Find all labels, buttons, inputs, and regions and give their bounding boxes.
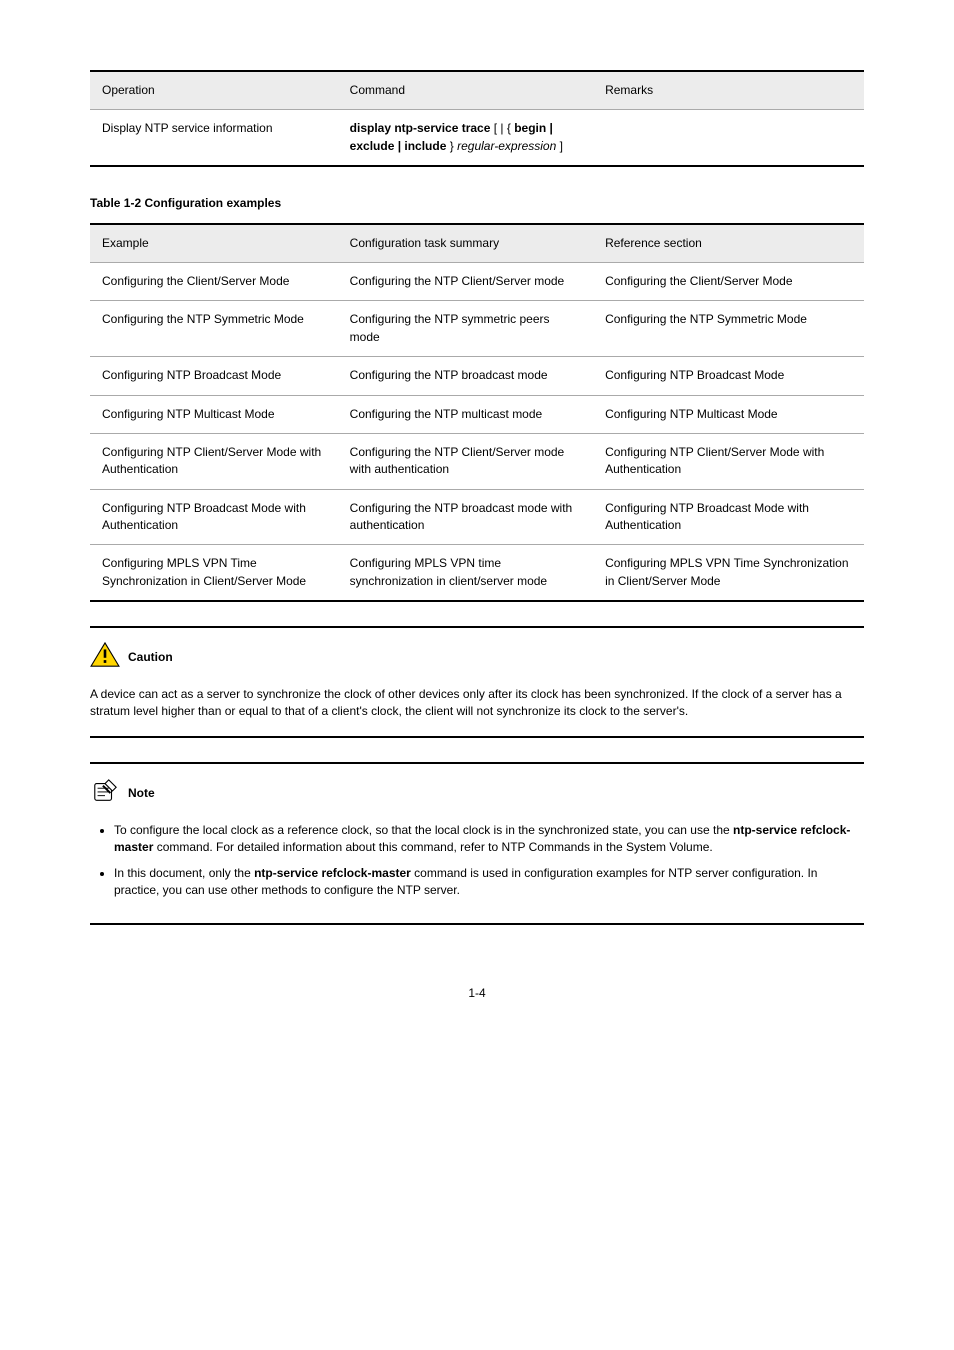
- cell-task: Configuring the NTP symmetric peers mode: [338, 301, 593, 357]
- cell-example: Configuring the Client/Server Mode: [90, 262, 338, 300]
- col-operation: Operation: [90, 71, 338, 110]
- cell-ref: Configuring NTP Broadcast Mode with Auth…: [593, 489, 864, 545]
- note-label: Note: [128, 785, 155, 802]
- cell-task: Configuring the NTP broadcast mode with …: [338, 489, 593, 545]
- cell-example: Configuring MPLS VPN Time Synchronizatio…: [90, 545, 338, 601]
- cell-example: Configuring the NTP Symmetric Mode: [90, 301, 338, 357]
- cell-task: Configuring the NTP Client/Server mode: [338, 262, 593, 300]
- col-task: Configuration task summary: [338, 224, 593, 263]
- table-header-row: Operation Command Remarks: [90, 71, 864, 110]
- cell-example: Configuring NTP Multicast Mode: [90, 395, 338, 433]
- cell-task: Configuring the NTP Client/Server mode w…: [338, 433, 593, 489]
- cell-example: Configuring NTP Broadcast Mode with Auth…: [90, 489, 338, 545]
- cell-example: Configuring NTP Client/Server Mode with …: [90, 433, 338, 489]
- cell-ref: Configuring MPLS VPN Time Synchronizatio…: [593, 545, 864, 601]
- table-header-row: Example Configuration task summary Refer…: [90, 224, 864, 263]
- cell-example: Configuring NTP Broadcast Mode: [90, 357, 338, 395]
- table-row: Configuring the NTP Symmetric ModeConfig…: [90, 301, 864, 357]
- page-number: 1-4: [90, 985, 864, 1002]
- table-row: Display NTP service information display …: [90, 110, 864, 166]
- cell-operation: Display NTP service information: [90, 110, 338, 166]
- caution-callout: Caution A device can act as a server to …: [90, 626, 864, 738]
- note-callout: Note To configure the local clock as a r…: [90, 762, 864, 925]
- cell-command: display ntp-service trace [ | { begin | …: [338, 110, 593, 166]
- table-config-examples: Example Configuration task summary Refer…: [90, 223, 864, 603]
- list-item: In this document, only the ntp-service r…: [114, 865, 864, 900]
- table-row: Configuring MPLS VPN Time Synchronizatio…: [90, 545, 864, 601]
- col-example: Example: [90, 224, 338, 263]
- table-ntp-display: Operation Command Remarks Display NTP se…: [90, 70, 864, 167]
- cell-ref: Configuring NTP Client/Server Mode with …: [593, 433, 864, 489]
- cell-remarks: [593, 110, 864, 166]
- cell-ref: Configuring the NTP Symmetric Mode: [593, 301, 864, 357]
- col-remarks: Remarks: [593, 71, 864, 110]
- cell-ref: Configuring NTP Multicast Mode: [593, 395, 864, 433]
- table-row: Configuring NTP Multicast ModeConfigurin…: [90, 395, 864, 433]
- note-bullets: To configure the local clock as a refere…: [90, 822, 864, 900]
- note-icon: [90, 778, 120, 809]
- table-row: Configuring the Client/Server ModeConfig…: [90, 262, 864, 300]
- list-item: To configure the local clock as a refere…: [114, 822, 864, 857]
- cell-task: Configuring MPLS VPN time synchronizatio…: [338, 545, 593, 601]
- caution-icon: [90, 642, 120, 673]
- table-row: Configuring NTP Broadcast Mode with Auth…: [90, 489, 864, 545]
- col-command: Command: [338, 71, 593, 110]
- table-row: Configuring NTP Broadcast ModeConfigurin…: [90, 357, 864, 395]
- caution-text: A device can act as a server to synchron…: [90, 686, 864, 721]
- table2-caption: Table 1-2 Configuration examples: [90, 195, 864, 212]
- cell-ref: Configuring the Client/Server Mode: [593, 262, 864, 300]
- col-ref: Reference section: [593, 224, 864, 263]
- table-row: Configuring NTP Client/Server Mode with …: [90, 433, 864, 489]
- cell-ref: Configuring NTP Broadcast Mode: [593, 357, 864, 395]
- cell-task: Configuring the NTP multicast mode: [338, 395, 593, 433]
- caution-label: Caution: [128, 649, 173, 666]
- cell-task: Configuring the NTP broadcast mode: [338, 357, 593, 395]
